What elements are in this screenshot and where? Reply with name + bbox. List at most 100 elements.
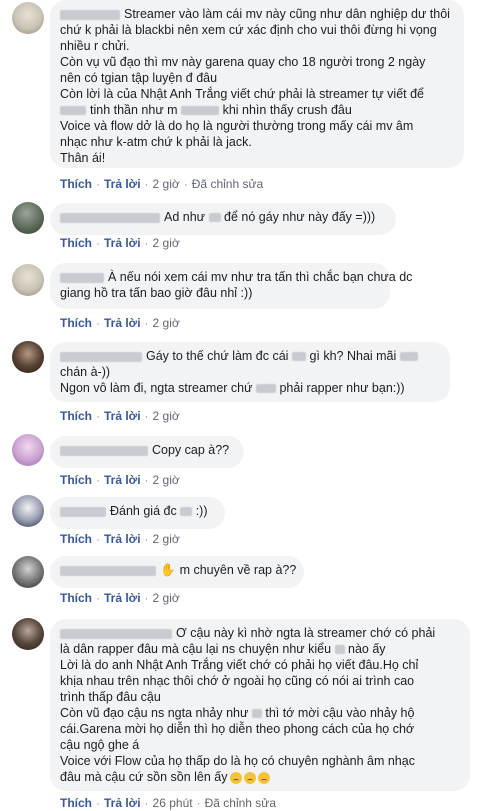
timestamp[interactable]: 2 giờ [153, 316, 180, 330]
like-link[interactable]: Thích [60, 473, 92, 487]
author-name-redacted[interactable] [60, 9, 120, 20]
comment-text-line: Lời là do anh Nhật Anh Trắng viết chớ có… [60, 658, 419, 672]
comment-bubble: ✋ m chuyên về rap à?? [50, 556, 304, 588]
timestamp[interactable]: 2 giờ [153, 532, 180, 546]
reply-link[interactable]: Trả lời [104, 177, 141, 191]
separator: · [196, 796, 201, 810]
comment-bubble: Đánh giá đc :)) [50, 497, 225, 529]
redacted-text [60, 106, 86, 116]
timestamp[interactable]: 2 giờ [153, 409, 180, 423]
author-name-redacted[interactable] [60, 565, 156, 576]
avatar[interactable] [12, 202, 44, 234]
comment-text-line: Thân ái! [60, 151, 106, 165]
timestamp[interactable]: 2 giờ [153, 177, 180, 191]
author-name-redacted[interactable] [60, 445, 148, 456]
separator: · [96, 316, 100, 330]
comment-text: Copy cap à?? [152, 443, 230, 457]
comment-text: Ad như [164, 210, 206, 224]
author-name-redacted[interactable] [60, 272, 104, 283]
comment-actions: Thích · Trả lời · 2 giờ [60, 409, 180, 423]
separator: · [144, 316, 149, 330]
separator: · [144, 473, 149, 487]
comment-text: Đánh giá đc [110, 504, 177, 518]
separator: · [144, 796, 149, 810]
comment-actions: Thích · Trả lời · 2 giờ [60, 236, 180, 250]
author-name-redacted[interactable] [60, 351, 142, 362]
redacted-text [208, 213, 221, 223]
edited-label[interactable]: Đã chỉnh sửa [205, 796, 276, 810]
redacted-text [291, 352, 306, 362]
like-link[interactable]: Thích [60, 591, 92, 605]
separator: · [96, 236, 100, 250]
reply-link[interactable]: Trả lời [104, 236, 141, 250]
comment-bubble: Ad như để nó gáy như này đấy =))) [50, 203, 396, 235]
separator: · [96, 796, 100, 810]
confused-face-icon [229, 771, 242, 784]
reply-link[interactable]: Trả lời [104, 796, 141, 810]
confused-face-icon [257, 771, 270, 784]
reply-link[interactable]: Trả lời [104, 473, 141, 487]
comment-text-line: Voice với Flow của họ thấp do là họ có c… [60, 754, 415, 768]
timestamp[interactable]: 26 phút [153, 796, 193, 810]
comment-text: thì tớ mời cậu vào nhảy hộ [265, 706, 415, 720]
timestamp[interactable]: 2 giờ [153, 473, 180, 487]
comment-text-line: chứ k phải là blackbi nên xem cứ xác địn… [60, 23, 437, 37]
comment-text-line: cái.Garena mời họ diễn thì họ diễn theo … [60, 722, 415, 736]
redacted-text [255, 384, 276, 394]
comment-bubble: À nếu nói xem cái mv như tra tấn thì chắ… [50, 263, 412, 309]
author-name-redacted[interactable] [60, 506, 106, 517]
avatar[interactable] [12, 341, 44, 373]
like-link[interactable]: Thích [60, 177, 92, 191]
separator: · [144, 591, 149, 605]
comment-text-line: nên có tgian tập luyện đ đâu [60, 71, 218, 85]
comment-text-line: À nếu nói xem cái mv như tra tấn thì chắ… [108, 270, 413, 284]
comment-text-line: khi nhìn thấy crush đâu [222, 103, 352, 117]
like-link[interactable]: Thích [60, 532, 92, 546]
comment-text: m chuyên về rap à?? [179, 563, 297, 577]
author-name-redacted[interactable] [60, 628, 172, 639]
reply-link[interactable]: Trả lời [104, 591, 141, 605]
author-name-redacted[interactable] [60, 212, 160, 223]
reply-link[interactable]: Trả lời [104, 409, 141, 423]
confused-face-icon [243, 771, 256, 784]
comment-text-line: khịa nhau trên nhạc thôi chớ ở ngoài họ … [60, 674, 415, 688]
comment-text-line: Voice và flow dở là do họ là người thườn… [60, 119, 414, 133]
avatar[interactable] [12, 495, 44, 527]
separator: · [96, 177, 100, 191]
like-link[interactable]: Thích [60, 796, 92, 810]
like-link[interactable]: Thích [60, 409, 92, 423]
comment-text-line: Còn vụ vũ đạo thì mv này garena quay cho… [60, 55, 426, 69]
comment-text: nào ấy [348, 642, 386, 656]
comment-text: đâu mà cậu cứ sồn sồn lên ấy [60, 770, 228, 784]
avatar[interactable] [12, 264, 44, 296]
avatar[interactable] [12, 618, 44, 650]
comment-text-line: giang hồ tra tấn bao giờ đâu nhỉ :)) [60, 286, 253, 300]
avatar[interactable] [12, 434, 44, 466]
comment-actions: Thích · Trả lời · 2 giờ [60, 473, 180, 487]
wave-hand-icon: ✋ [160, 563, 176, 577]
edited-label[interactable]: Đã chỉnh sửa [192, 177, 263, 191]
comment-text-line: cậu ngộ ghe á [60, 738, 140, 752]
comment-text-line: trình thấp đâu cậu [60, 690, 161, 704]
comment-bubble: Copy cap à?? [50, 436, 244, 468]
avatar[interactable] [12, 2, 44, 34]
comment-text: gì kh? Nhai mãi [309, 349, 397, 363]
comment-text-line: Streamer vào làm cái mv này cũng như dân… [124, 7, 450, 21]
like-link[interactable]: Thích [60, 316, 92, 330]
reply-link[interactable]: Trả lời [104, 532, 141, 546]
comment-text-line: nhiều r chửi. [60, 39, 130, 53]
separator: · [144, 236, 149, 250]
comment-actions: Thích · Trả lời · 26 phút · Đã chỉnh sửa [60, 796, 276, 810]
comment-actions: Thích · Trả lời · 2 giờ · Đã chỉnh sửa [60, 177, 263, 191]
separator: · [96, 532, 100, 546]
like-link[interactable]: Thích [60, 236, 92, 250]
separator: · [96, 591, 100, 605]
avatar[interactable] [12, 556, 44, 588]
timestamp[interactable]: 2 giờ [153, 591, 180, 605]
comment-text-line: Còn lời là của Nhật Anh Trắng viết chứ p… [60, 87, 425, 101]
comment-text-line: tinh thần như m [90, 103, 178, 117]
timestamp[interactable]: 2 giờ [153, 236, 180, 250]
separator: · [96, 473, 100, 487]
comment-actions: Thích · Trả lời · 2 giờ [60, 316, 180, 330]
reply-link[interactable]: Trả lời [104, 316, 141, 330]
